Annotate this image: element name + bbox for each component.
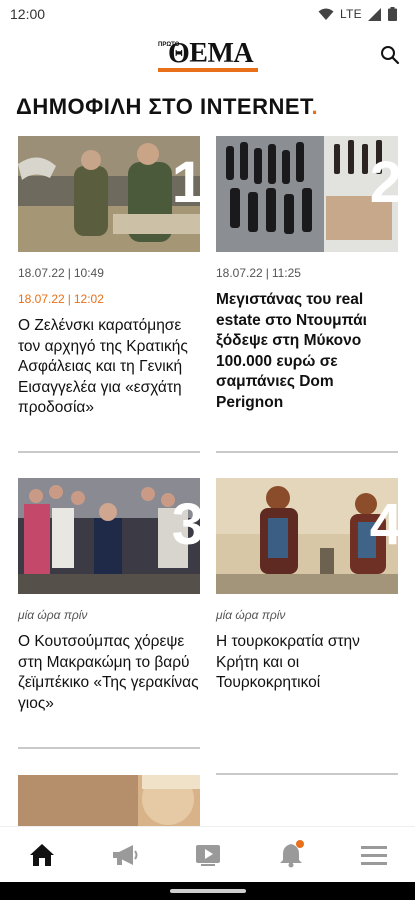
article-relative-time: μία ώρα πρίν	[18, 608, 88, 622]
network-type: LTE	[339, 7, 362, 21]
nav-notifications[interactable]	[266, 830, 316, 880]
article-card-2[interactable]: 2 18.07.22 | 11:25 Μεγιστάνας του real est…	[216, 136, 398, 413]
article-headline[interactable]: Η τουρκοκρατία στην Κρήτη και οι Τουρκοκ…	[216, 632, 398, 694]
row-divider	[18, 747, 200, 749]
status-icons: LTE	[318, 7, 397, 21]
article-rank: 3	[171, 492, 200, 557]
wifi-icon	[318, 8, 334, 20]
article-date: 18.07.22	[216, 266, 263, 280]
signal-icon	[368, 7, 381, 21]
nav-announcements[interactable]	[100, 830, 150, 880]
article-thumbnail[interactable]: 1	[18, 136, 200, 252]
status-bar: 12:00 LTE	[0, 0, 415, 28]
system-navigation-bar	[0, 882, 415, 900]
nav-menu[interactable]	[349, 830, 399, 880]
article-time: 11:25	[271, 266, 301, 280]
home-icon	[29, 843, 54, 866]
article-time: 10:49	[73, 266, 104, 280]
article-rank: 4	[369, 492, 398, 557]
search-button[interactable]	[377, 42, 403, 68]
article-card-1[interactable]: 1 18.07.22 | 10:49 18.07.22 | 12:02 Ο Ζελένσ…	[18, 136, 200, 419]
article-timestamp: 18.07.22 | 11:25	[216, 266, 398, 280]
bottom-navigation	[0, 826, 415, 882]
gesture-handle[interactable]	[170, 889, 246, 893]
article-updated-time: 12:02	[73, 292, 104, 306]
article-thumbnail[interactable]: 2	[216, 136, 398, 252]
row-divider	[216, 773, 398, 775]
article-timestamp: 18.07.22 | 10:49	[18, 266, 200, 280]
article-card-4[interactable]: 4 μία ώρα πρίν Η τουρκοκρατία στην Κρήτη…	[216, 478, 398, 694]
section-title-accent: .	[311, 94, 319, 119]
article-headline[interactable]: Μεγιστάνας του real estate στο Ντουμπάι …	[216, 290, 398, 413]
article-rank: 2	[369, 150, 398, 215]
article-updated-date: 18.07.22	[18, 292, 65, 306]
notification-badge	[295, 839, 304, 848]
row-divider	[18, 451, 200, 453]
app-logo[interactable]: ΠΡΩΤΟ ΘΕΜΑ	[158, 40, 258, 72]
section-title: ΔΗΜΟΦΙΛΗ ΣΤΟ INTERNET.	[16, 94, 318, 120]
nav-home[interactable]	[17, 830, 67, 880]
meta-separator: |	[265, 266, 269, 280]
battery-icon	[388, 7, 397, 21]
status-time: 12:00	[10, 6, 46, 22]
section-title-text: ΔΗΜΟΦΙΛΗ ΣΤΟ INTERNET	[16, 94, 312, 119]
megaphone-icon	[112, 844, 137, 865]
article-relative-time: μία ώρα πρίν	[216, 608, 286, 622]
row-divider	[216, 451, 398, 453]
nav-video[interactable]	[183, 830, 233, 880]
app-header: ΠΡΩΤΟ ΘΕΜΑ	[0, 28, 415, 82]
search-icon	[381, 46, 400, 65]
video-icon	[195, 844, 220, 866]
article-thumbnail[interactable]: 4	[216, 478, 398, 594]
article-rank: 1	[171, 150, 200, 215]
article-card-3[interactable]: 3 μία ώρα πρίν Ο Κουτσούμπας χόρεψε στη …	[18, 478, 200, 714]
article-card-5[interactable]	[18, 775, 200, 826]
menu-icon	[360, 845, 387, 865]
logo-text: ΘΕΜΑ	[168, 38, 254, 69]
article-thumbnail[interactable]	[18, 775, 200, 826]
article-headline[interactable]: Ο Κουτσούμπας χόρεψε στη Μακρακώμη το βα…	[18, 632, 200, 714]
article-headline[interactable]: Ο Ζελένσκι καρατόμησε τον αρχηγό της Κρα…	[18, 316, 200, 419]
article-updated-timestamp: 18.07.22 | 12:02	[18, 292, 200, 306]
logo-underline	[158, 68, 258, 72]
meta-separator: |	[67, 266, 71, 280]
article-thumbnail[interactable]: 3	[18, 478, 200, 594]
meta-separator: |	[67, 292, 71, 306]
article-date: 18.07.22	[18, 266, 65, 280]
